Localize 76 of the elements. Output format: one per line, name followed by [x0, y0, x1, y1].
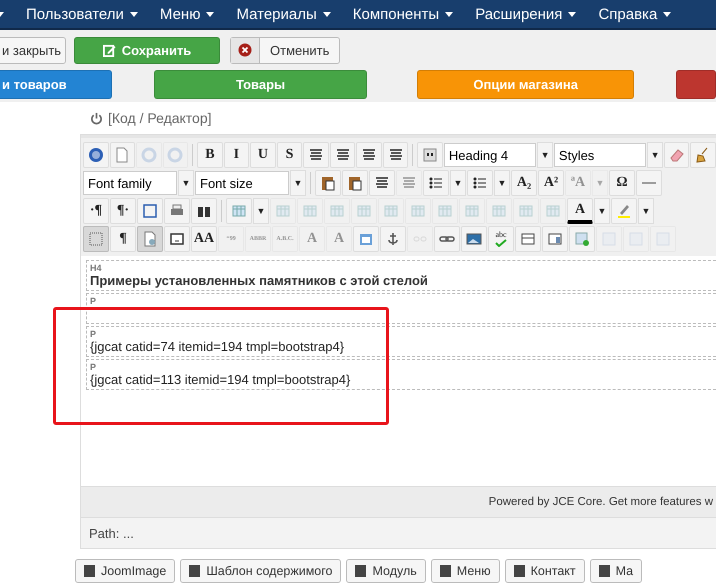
button-icon — [514, 565, 525, 577]
dropdown[interactable]: Heading 4 — [444, 143, 536, 167]
help-icon[interactable] — [83, 142, 109, 168]
button-icon — [189, 565, 200, 577]
button-icon — [84, 565, 95, 577]
insert-button[interactable]: Ма — [590, 559, 642, 583]
editor-content[interactable]: H4 Примеры установленных памятников с этой стелой P P {jgcat catid=74 itemid=194 tmpl=bootstrap4} P {jgcat catid=113 itemid=194 tmpl=bootstrap4} — [81, 256, 716, 486]
menu-item[interactable]: Материалы — [236, 6, 341, 22]
image-icon[interactable] — [461, 226, 487, 252]
align-justify-icon[interactable] — [303, 142, 329, 168]
paragraph-text: {jgcat catid=74 itemid=194 tmpl=bootstrap4} — [90, 339, 346, 354]
numbered-list-icon[interactable] — [423, 170, 449, 196]
format-button[interactable]: U — [250, 142, 276, 168]
insert-button[interactable]: Контакт — [504, 559, 585, 583]
path-text: Path: ... — [89, 526, 134, 540]
dotted-square-icon[interactable] — [83, 226, 109, 252]
align-center-icon[interactable] — [330, 142, 356, 168]
insert-button[interactable]: Шаблон содержимого — [180, 559, 342, 583]
font-color-button[interactable]: A — [567, 198, 593, 224]
paragraph-text: {jgcat catid=113 itemid=194 tmpl=bootstrap4} — [90, 372, 352, 387]
format-button[interactable]: AA — [191, 226, 217, 252]
format-button[interactable]: B — [197, 142, 223, 168]
preview-icon[interactable] — [137, 226, 163, 252]
indent-icon[interactable] — [369, 170, 395, 196]
clipboard-icon[interactable] — [342, 170, 368, 196]
link-icon[interactable] — [434, 226, 460, 252]
format-button[interactable]: ·¶ — [83, 198, 109, 224]
power-icon[interactable] — [90, 112, 103, 124]
menu-item[interactable]: Справка — [598, 6, 682, 22]
format-button[interactable]: Ω — [609, 170, 635, 196]
page-icon[interactable] — [110, 142, 136, 168]
format-button[interactable]: S — [276, 142, 302, 168]
box-icon[interactable] — [164, 226, 190, 252]
format-button[interactable]: ¶ — [110, 226, 136, 252]
menu-item[interactable]: Компоненты — [352, 6, 464, 22]
align-left-icon[interactable] — [356, 142, 382, 168]
cancel-button[interactable]: Отменить — [230, 36, 340, 64]
dropdown[interactable]: Font family — [83, 171, 177, 195]
button-icon — [440, 565, 451, 577]
menu-item[interactable]: Расширения — [475, 6, 586, 22]
menu-item[interactable]: Пользователи — [26, 6, 148, 22]
format-button[interactable]: ¶· — [110, 198, 136, 224]
button-icon — [355, 565, 366, 577]
layout-icon[interactable] — [515, 226, 541, 252]
dropdown[interactable]: Styles — [554, 143, 646, 167]
fullscreen-icon[interactable] — [137, 198, 163, 224]
block-tag: H4 — [90, 263, 713, 273]
bullet-list-icon[interactable] — [467, 170, 493, 196]
heading-text: Примеры установленных памятников с этой стелой — [90, 273, 429, 288]
block-tag: P — [90, 329, 713, 339]
binoculars-icon[interactable] — [191, 198, 217, 224]
close-icon — [238, 43, 252, 57]
dropdown[interactable]: Font size — [195, 171, 289, 195]
broom-icon[interactable] — [690, 142, 716, 168]
anchor-icon[interactable] — [380, 226, 406, 252]
spellcheck-button[interactable]: abc — [488, 226, 514, 252]
menu-item[interactable]: Меню — [160, 6, 224, 22]
clipboard-icon[interactable] — [315, 170, 341, 196]
insert-button[interactable]: Модуль — [346, 559, 426, 583]
printer-icon[interactable] — [164, 198, 190, 224]
format-button[interactable]: A² — [538, 170, 564, 196]
table-icon[interactable] — [226, 198, 252, 224]
block-tag: P — [90, 362, 713, 372]
window-icon[interactable] — [542, 226, 568, 252]
insert-button[interactable]: JoomImage — [75, 559, 176, 583]
insert-button[interactable]: Меню — [430, 559, 500, 583]
format-button[interactable]: A₂ — [511, 170, 537, 196]
check-icon — [495, 239, 507, 247]
align-right-icon[interactable] — [382, 142, 408, 168]
save-close-button[interactable]: и закрыть — [0, 36, 66, 64]
tab[interactable]: и товаров — [0, 70, 112, 99]
editor-toggle-link[interactable]: [Код / Редактор] — [108, 110, 212, 126]
button-icon — [598, 565, 610, 577]
powered-by-text: Powered by JCE Core. Get more features w — [488, 496, 713, 508]
format-button[interactable]: I — [224, 142, 250, 168]
edit-icon — [102, 44, 116, 56]
